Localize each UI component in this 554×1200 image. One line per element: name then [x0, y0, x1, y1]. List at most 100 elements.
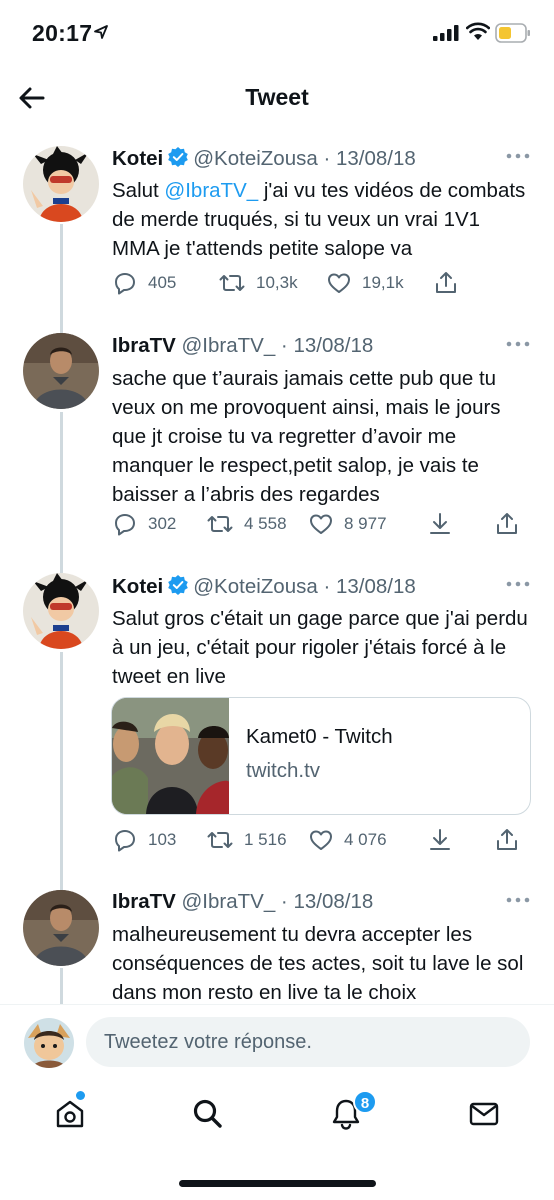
share-button[interactable]: [433, 268, 459, 298]
tab-home[interactable]: [50, 1094, 90, 1134]
tweet-header: IbraTV @IbraTV_ · 13/08/18: [112, 890, 373, 914]
tweet[interactable]: IbraTV @IbraTV_ · 13/08/18 malheureuseme…: [0, 872, 554, 1004]
heart-icon: [328, 273, 350, 293]
link-card[interactable]: Kamet0 - Twitch twitch.tv: [111, 697, 531, 815]
author-handle[interactable]: @KoteiZousa: [193, 147, 318, 170]
author-name[interactable]: Kotei: [112, 147, 163, 170]
card-thumbnail: [112, 698, 229, 814]
avatar[interactable]: [23, 146, 99, 222]
wifi-icon: [466, 22, 490, 40]
tweet-text: Salut gros c'était un gage parce que j'a…: [112, 607, 528, 688]
reply-button[interactable]: 302: [112, 509, 176, 539]
author-name[interactable]: IbraTV: [112, 890, 176, 913]
reply-count: 103: [148, 830, 177, 849]
avatar[interactable]: [23, 890, 99, 966]
tweet-thread: Kotei @KoteiZousa · 13/08/18 Salut @IbraT…: [0, 128, 554, 1004]
retweet-count: 1 516: [244, 830, 287, 849]
home-notification-dot: [76, 1091, 85, 1100]
reply-count: 405: [148, 273, 177, 292]
page-title: Tweet: [245, 84, 309, 110]
tweet-date[interactable]: 13/08/18: [336, 575, 416, 598]
author-handle[interactable]: @IbraTV_: [182, 890, 276, 913]
author-handle[interactable]: @IbraTV_: [182, 334, 276, 357]
retweet-button[interactable]: 1 516: [206, 825, 287, 855]
card-title: Kamet0 - Twitch: [246, 725, 393, 748]
download-icon: [430, 513, 450, 534]
more-options-icon[interactable]: [506, 580, 530, 588]
author-name[interactable]: Kotei: [112, 575, 163, 598]
like-count: 8 977: [344, 514, 387, 533]
home-indicator: [179, 1180, 376, 1187]
retweet-icon: [219, 275, 245, 291]
reply-icon: [115, 830, 135, 852]
share-icon: [497, 513, 517, 534]
tweet[interactable]: IbraTV @IbraTV_ · 13/08/18 sache que t’a…: [0, 316, 554, 556]
tweet-date[interactable]: 13/08/18: [293, 334, 373, 357]
retweet-icon: [207, 516, 233, 532]
author-name[interactable]: IbraTV: [112, 334, 176, 357]
like-count: 19,1k: [362, 273, 404, 292]
tweet[interactable]: Kotei @KoteiZousa · 13/08/18 Salut gros c…: [0, 556, 554, 872]
tweet[interactable]: Kotei @KoteiZousa · 13/08/18 Salut @IbraT…: [0, 128, 554, 316]
heart-icon: [310, 514, 332, 534]
avatar[interactable]: [23, 573, 99, 649]
author-handle[interactable]: @KoteiZousa: [193, 575, 318, 598]
download-icon: [430, 829, 450, 850]
home-icon: [56, 1100, 84, 1128]
tweet-header: Kotei @KoteiZousa · 13/08/18: [112, 146, 416, 171]
download-button[interactable]: [427, 825, 453, 855]
like-button[interactable]: 4 076: [308, 825, 387, 855]
retweet-count: 10,3k: [256, 273, 298, 292]
card-domain: twitch.tv: [246, 759, 321, 782]
verified-badge-icon: [168, 575, 189, 595]
reply-bar: [0, 1004, 554, 1076]
header: Tweet: [0, 68, 554, 128]
like-button[interactable]: 19,1k: [326, 268, 404, 298]
tweet-actions: 405 10,3k 19,1k: [108, 268, 528, 298]
tweet-text: Salut @IbraTV_ j'ai vu tes vidéos de com…: [112, 179, 526, 260]
tweet-actions: 103 1 516 4 076: [108, 825, 528, 855]
search-icon: [193, 1099, 222, 1128]
heart-icon: [310, 830, 332, 850]
reply-input[interactable]: [86, 1017, 530, 1067]
retweet-icon: [207, 832, 233, 848]
dot-separator: ·: [317, 575, 336, 598]
tweet-date[interactable]: 13/08/18: [293, 890, 373, 913]
share-button[interactable]: [494, 509, 520, 539]
tweet-actions: 302 4 558 8 977: [108, 509, 528, 539]
retweet-button[interactable]: 4 558: [206, 509, 287, 539]
share-button[interactable]: [494, 825, 520, 855]
reply-count: 302: [148, 514, 177, 533]
more-options-icon[interactable]: [506, 896, 530, 904]
reply-icon: [115, 273, 135, 295]
status-bar: 20:17: [0, 0, 554, 68]
more-options-icon[interactable]: [506, 340, 530, 348]
tweet-header: IbraTV @IbraTV_ · 13/08/18: [112, 334, 373, 358]
mention-link[interactable]: @IbraTV_: [164, 179, 258, 202]
signal-icon: [433, 25, 459, 41]
thread-line: [60, 224, 63, 316]
tab-bar: 8: [0, 1076, 554, 1200]
verified-badge-icon: [168, 147, 189, 167]
like-button[interactable]: 8 977: [308, 509, 387, 539]
retweet-button[interactable]: 10,3k: [218, 268, 298, 298]
user-avatar[interactable]: [24, 1018, 74, 1068]
tweet-date[interactable]: 13/08/18: [336, 147, 416, 170]
like-count: 4 076: [344, 830, 387, 849]
avatar[interactable]: [23, 333, 99, 409]
thread-line: [60, 412, 63, 556]
reply-button[interactable]: 103: [112, 825, 176, 855]
status-time: 20:17: [32, 20, 93, 46]
tab-messages[interactable]: [464, 1094, 504, 1134]
share-icon: [436, 272, 456, 293]
notifications-badge: 8: [353, 1090, 377, 1114]
reply-button[interactable]: 405: [112, 268, 176, 298]
tab-search[interactable]: [188, 1094, 228, 1134]
tweet-text: sache que t’aurais jamais cette pub que …: [112, 367, 501, 506]
thread-line: [60, 556, 63, 573]
more-options-icon[interactable]: [506, 152, 530, 160]
thread-line: [60, 872, 63, 890]
battery-icon: [495, 23, 530, 43]
download-button[interactable]: [427, 509, 453, 539]
retweet-count: 4 558: [244, 514, 287, 533]
